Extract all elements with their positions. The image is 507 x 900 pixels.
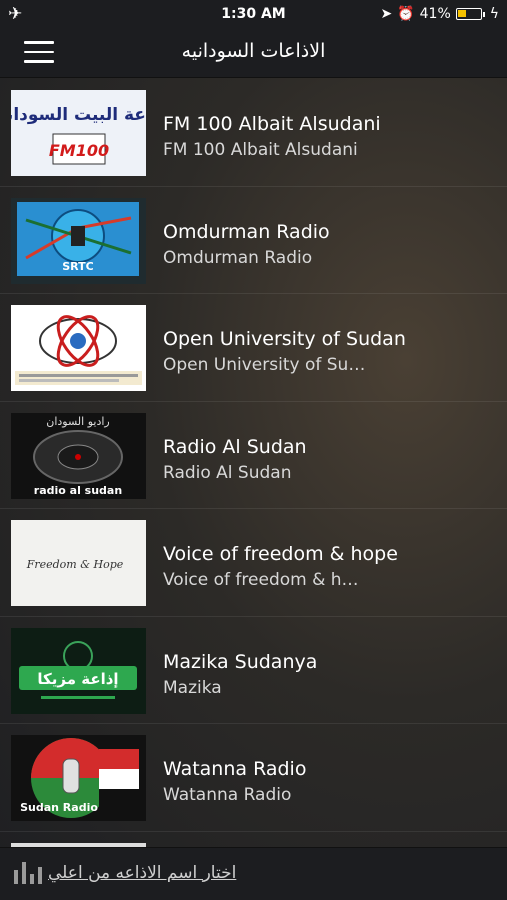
logo-text: إذاعة مزيكا	[37, 670, 118, 688]
station-logo-freedom-hope: Freedom & Hope	[11, 520, 146, 606]
select-station-prompt[interactable]: اختار اسم الاذاعه من اعلي	[48, 863, 236, 883]
station-logo-radio-al-sudan: راديو السودان radio al sudan	[11, 412, 146, 499]
status-bar: ✈ 1:30 AM ➤ ⏰ 41% ϟ	[0, 0, 507, 28]
battery-percent: 41%	[419, 6, 451, 22]
station-subtitle: Watanna Radio	[163, 785, 292, 805]
equalizer-icon	[14, 862, 42, 884]
station-row-voice-of-freedom[interactable]: Freedom & Hope Voice of freedom & hope V…	[0, 509, 507, 617]
page-title: الاذاعات السودانيه	[181, 40, 326, 62]
station-row-omdurman[interactable]: SRTC Omdurman Radio Omdurman Radio	[0, 187, 507, 294]
station-list[interactable]: إذاعة البيت السوداني FM100 FM 100 Albait…	[0, 79, 507, 847]
station-subtitle: Open University of Su…	[163, 355, 366, 375]
logo-text: SRTC	[62, 260, 93, 273]
alarm-icon: ⏰	[397, 6, 415, 22]
station-title: Omdurman Radio	[163, 220, 330, 243]
station-title: Voice of freedom & hope	[163, 543, 398, 565]
station-logo-open-university	[11, 305, 146, 391]
logo-text: Freedom & Hope	[26, 558, 124, 571]
logo-text: إذاعة البيت السوداني	[11, 105, 146, 125]
station-logo-fm100: إذاعة البيت السوداني FM100	[11, 90, 146, 176]
logo-top-text: راديو السودان	[46, 415, 109, 428]
station-title: Radio Al Sudan	[163, 435, 307, 458]
logo-badge: FM100	[49, 141, 109, 160]
station-title: FM 100 Albait Alsudani	[163, 113, 381, 135]
station-row-fm100[interactable]: إذاعة البيت السوداني FM100 FM 100 Albait…	[0, 79, 507, 187]
location-icon: ➤	[380, 6, 393, 22]
station-subtitle: FM 100 Albait Alsudani	[163, 140, 358, 160]
station-subtitle: Mazika	[163, 677, 222, 698]
station-subtitle: Omdurman Radio	[163, 247, 313, 268]
station-title: Open University of Sudan	[163, 328, 406, 350]
station-subtitle: Voice of freedom & h…	[163, 570, 359, 590]
station-row-partial[interactable]	[0, 832, 507, 847]
station-subtitle: Radio Al Sudan	[163, 462, 292, 483]
station-row-radio-al-sudan[interactable]: راديو السودان radio al sudan Radio Al Su…	[0, 402, 507, 509]
charging-icon: ϟ	[489, 6, 499, 22]
battery-cap	[482, 11, 485, 17]
station-logo-mazika: إذاعة مزيكا	[11, 627, 146, 714]
station-title: Mazika Sudanya	[163, 650, 318, 673]
station-row-mazika[interactable]: إذاعة مزيكا Mazika Sudanya Mazika	[0, 617, 507, 724]
logo-text: Sudan Radio	[20, 801, 98, 814]
station-row-watanna[interactable]: Sudan Radio Watanna Radio Watanna Radio	[0, 724, 507, 832]
station-logo-watanna: Sudan Radio	[11, 735, 146, 821]
status-right: ➤ ⏰ 41% ϟ	[380, 6, 499, 22]
station-row-open-university[interactable]: Open University of Sudan Open University…	[0, 294, 507, 402]
nav-bar: الاذاعات السودانيه	[0, 28, 507, 78]
station-logo-omdurman: SRTC	[11, 197, 146, 284]
station-title: Watanna Radio	[163, 758, 307, 780]
battery-icon	[455, 8, 482, 20]
logo-text: radio al sudan	[34, 484, 122, 497]
bottom-bar: اختار اسم الاذاعه من اعلي	[0, 847, 507, 900]
